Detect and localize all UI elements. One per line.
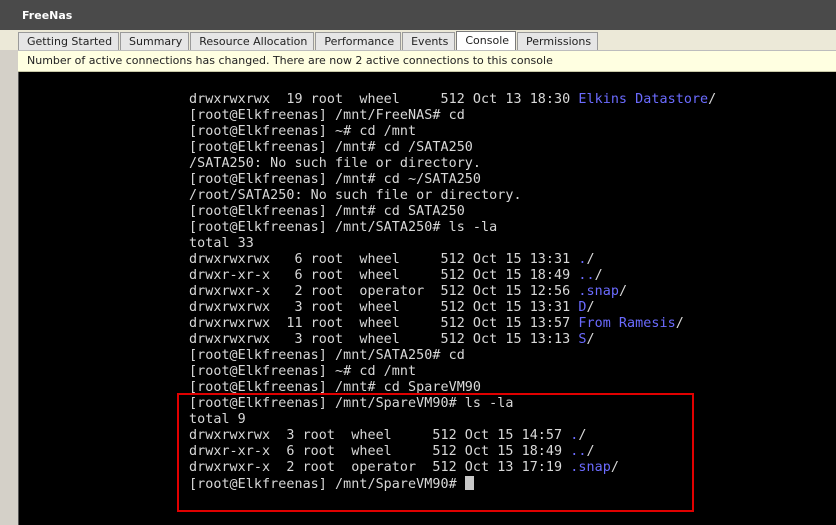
tab-resource-allocation[interactable]: Resource Allocation — [190, 32, 315, 51]
tab-console[interactable]: Console — [456, 31, 517, 52]
console-line-text: total 33 — [189, 236, 254, 251]
console-line: [root@Elkfreenas] /mnt/FreeNAS# cd — [189, 108, 465, 124]
console-path-separator: / — [586, 332, 595, 347]
console-line: drwxrwxrwx 3 root wheel 512 Oct 15 13:13… — [189, 332, 595, 348]
console-line-text: [root@Elkfreenas] ~# cd /mnt — [189, 364, 417, 379]
highlight-box — [177, 393, 694, 512]
console-path-separator: / — [586, 300, 595, 315]
console-line: drwxrwxrwx 6 root wheel 512 Oct 15 13:31… — [189, 252, 595, 268]
console-line-text: [root@Elkfreenas] /mnt/SATA250# ls -la — [189, 220, 498, 235]
console-directory-name: S — [578, 332, 587, 347]
console-line: /SATA250: No such file or directory. — [189, 156, 481, 172]
console-line-text: drwxrwxrwx 6 root wheel 512 Oct 15 13:31 — [189, 252, 579, 267]
console-directory-name: . — [578, 252, 587, 267]
console-line: [root@Elkfreenas] ~# cd /mnt — [189, 124, 416, 140]
console-line: [root@Elkfreenas] /mnt# cd ~/SATA250 — [189, 172, 481, 188]
console-directory-name: Elkins Datastore — [578, 92, 709, 107]
connection-notice-bar: Number of active connections has changed… — [18, 50, 836, 72]
tab-strip: Getting Started Summary Resource Allocatio… — [0, 30, 836, 52]
console-line-text: /SATA250: No such file or directory. — [189, 156, 482, 171]
console-line: [root@Elkfreenas] ~# cd /mnt — [189, 364, 416, 380]
tab-permissions[interactable]: Permissions — [517, 32, 599, 51]
console-line-text: [root@Elkfreenas] /mnt# cd SATA250 — [189, 204, 465, 219]
console-line: drwxrwxrwx 11 root wheel 512 Oct 15 13:5… — [189, 316, 684, 332]
console-directory-name: D — [578, 300, 587, 315]
tab-getting-started[interactable]: Getting Started — [18, 32, 120, 51]
console-line-text: [root@Elkfreenas] /mnt# cd /SATA250 — [189, 140, 473, 155]
console-line-text: drwxrwxrwx 11 root wheel 512 Oct 15 13:5… — [189, 316, 579, 331]
console-line: drwxrwxrwx 19 root wheel 512 Oct 13 18:3… — [189, 92, 716, 108]
console-line-text: drwxrwxrwx 19 root wheel 512 Oct 13 18:3… — [189, 92, 579, 107]
tab-performance[interactable]: Performance — [315, 32, 402, 51]
console-path-separator: / — [618, 284, 628, 299]
console-directory-name: From Ramesis — [578, 316, 676, 331]
console-line-text: [root@Elkfreenas] /mnt/FreeNAS# cd — [189, 108, 465, 123]
console-line-text: [root@Elkfreenas] ~# cd /mnt — [189, 124, 417, 139]
console-line-text: drwxrwxr-x 2 root operator 512 Oct 15 12… — [189, 284, 579, 299]
console-path-separator: / — [594, 268, 603, 283]
console-line-text: drwxr-xr-x 6 root wheel 512 Oct 15 18:49 — [189, 268, 579, 283]
console-line: [root@Elkfreenas] /mnt/SATA250# cd — [189, 348, 465, 364]
console-line: [root@Elkfreenas] /mnt# cd /SATA250 — [189, 140, 473, 156]
console-line-text: /root/SATA250: No such file or directory… — [189, 188, 522, 203]
connection-notice-text: Number of active connections has changed… — [27, 54, 553, 67]
console-line: [root@Elkfreenas] /mnt# cd SATA250 — [189, 204, 465, 220]
console-path-separator: / — [675, 316, 684, 331]
console-directory-name: .snap — [578, 284, 619, 299]
console-line: /root/SATA250: No such file or directory… — [189, 188, 522, 204]
console-line: [root@Elkfreenas] /mnt/SATA250# ls -la — [189, 220, 497, 236]
window-title: FreeNas — [22, 9, 73, 22]
tab-events[interactable]: Events — [402, 32, 456, 51]
console-line-text: [root@Elkfreenas] /mnt/SATA250# cd — [189, 348, 465, 363]
console-line-text: drwxrwxrwx 3 root wheel 512 Oct 15 13:13 — [189, 332, 579, 347]
window-titlebar: FreeNas — [0, 0, 836, 30]
console-line: total 33 — [189, 236, 254, 252]
console-line: drwxrwxr-x 2 root operator 512 Oct 15 12… — [189, 284, 627, 300]
tab-summary[interactable]: Summary — [120, 32, 190, 51]
console-line: drwxrwxrwx 3 root wheel 512 Oct 15 13:31… — [189, 300, 595, 316]
console-line: drwxr-xr-x 6 root wheel 512 Oct 15 18:49… — [189, 268, 603, 284]
console-line-text: drwxrwxrwx 3 root wheel 512 Oct 15 13:31 — [189, 300, 579, 315]
console-path-separator: / — [586, 252, 595, 267]
console-path-separator: / — [708, 92, 717, 107]
console-line-text: [root@Elkfreenas] /mnt# cd ~/SATA250 — [189, 172, 482, 187]
console-directory-name: .. — [578, 268, 595, 283]
